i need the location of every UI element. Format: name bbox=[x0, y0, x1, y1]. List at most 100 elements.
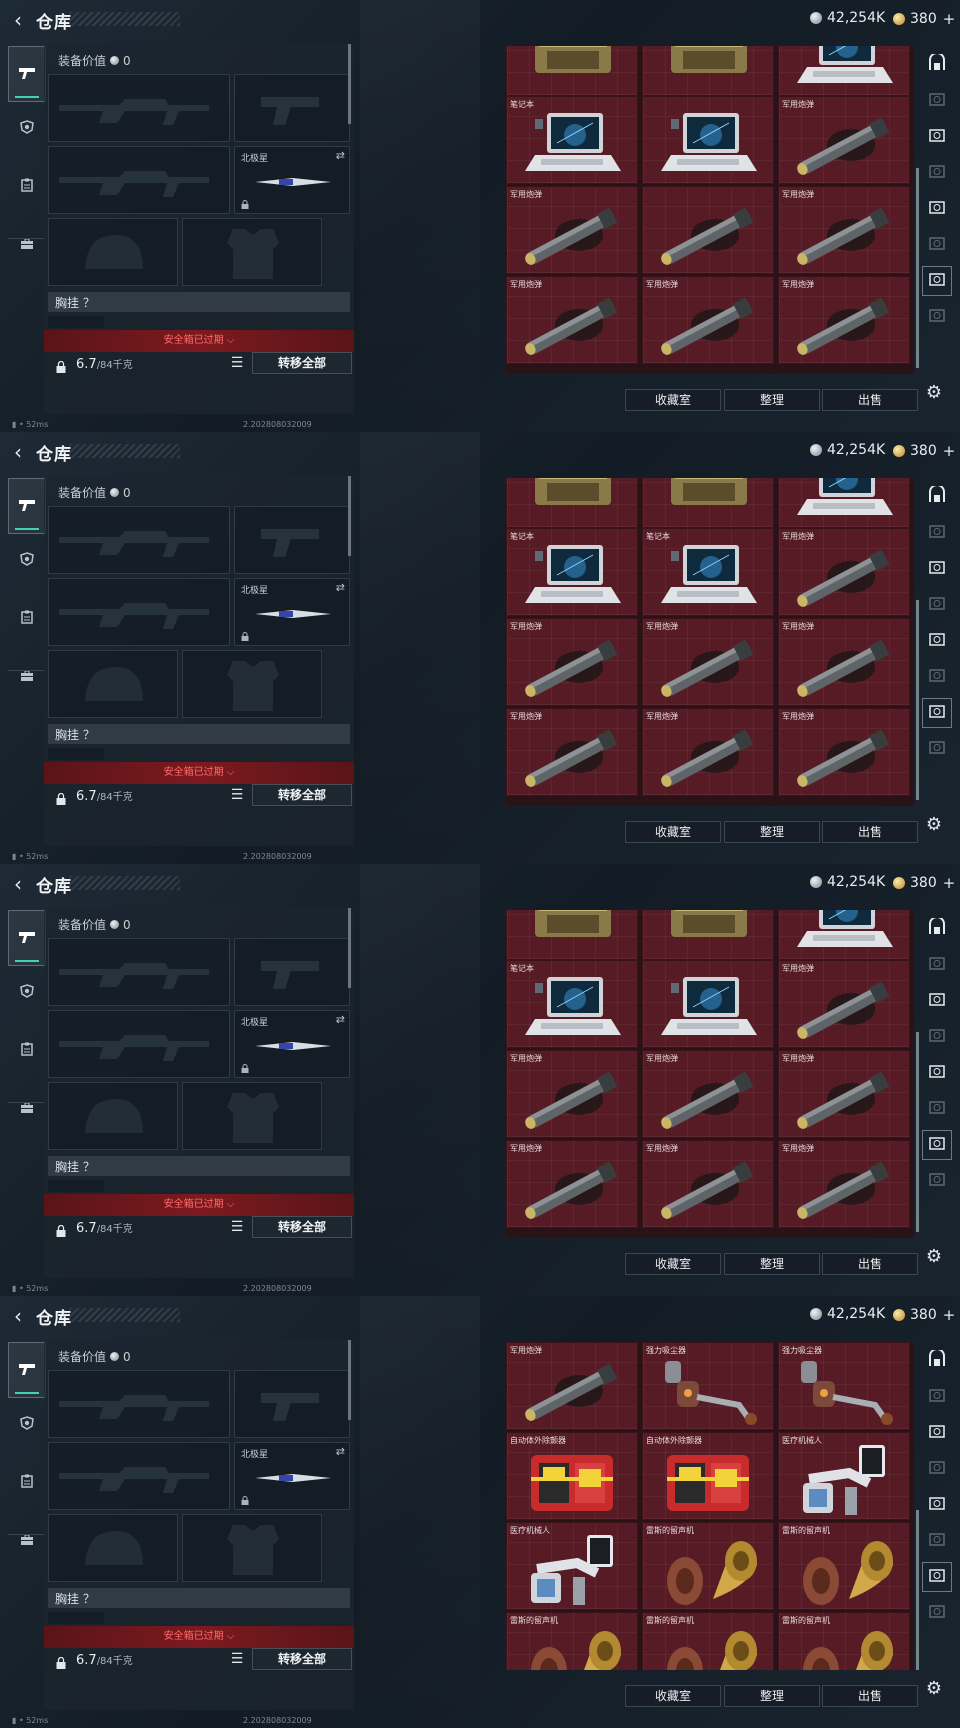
gear-icon[interactable]: ⚙ bbox=[922, 380, 946, 404]
armor-slot[interactable] bbox=[182, 1082, 322, 1150]
secondary-weapon-slot[interactable] bbox=[48, 1010, 230, 1078]
equipment-scrollbar[interactable] bbox=[348, 908, 351, 988]
add-gold-button[interactable]: + bbox=[943, 1306, 956, 1324]
add-gold-button[interactable]: + bbox=[943, 874, 956, 892]
storage-item-cell[interactable] bbox=[642, 186, 774, 274]
storage-item-cell[interactable]: 雷斯的留声机 bbox=[642, 1612, 774, 1670]
storage-item-cell[interactable]: 军用炮弹 bbox=[506, 618, 638, 706]
gear-icon[interactable]: ⚙ bbox=[922, 1244, 946, 1268]
storage-tab-5[interactable] bbox=[922, 1490, 952, 1520]
storage-tab-4[interactable] bbox=[922, 1022, 952, 1052]
storage-tab-7[interactable] bbox=[922, 698, 952, 728]
storage-item-cell[interactable]: 军用炮弹 bbox=[506, 1050, 638, 1138]
melee-slot[interactable]: 北极星 ⇄ bbox=[234, 1010, 350, 1078]
storage-item-cell[interactable]: 雷斯的留声机 bbox=[506, 1612, 638, 1670]
storage-scrollbar[interactable] bbox=[916, 1510, 919, 1670]
storage-item-cell[interactable]: 军用炮弹 bbox=[642, 618, 774, 706]
storage-tab-3[interactable] bbox=[922, 554, 952, 584]
category-tab-2[interactable] bbox=[8, 964, 46, 1020]
pistol-slot[interactable] bbox=[234, 506, 350, 574]
storage-item-cell[interactable]: 军用炮弹 bbox=[642, 1050, 774, 1138]
chest-rig-slot[interactable] bbox=[48, 1180, 104, 1192]
storage-item-cell[interactable] bbox=[642, 96, 774, 184]
equipment-scrollbar[interactable] bbox=[348, 1340, 351, 1420]
swap-icon[interactable]: ⇄ bbox=[336, 1013, 345, 1026]
primary-weapon-slot[interactable] bbox=[48, 938, 230, 1006]
armor-slot[interactable] bbox=[182, 1514, 322, 1582]
storage-tab-5[interactable] bbox=[922, 1058, 952, 1088]
helmet-slot[interactable] bbox=[48, 1514, 178, 1582]
storage-item-cell[interactable] bbox=[642, 46, 774, 96]
gold-currency[interactable]: 380 + bbox=[893, 874, 955, 892]
category-tab-3[interactable] bbox=[8, 1022, 46, 1078]
transfer-all-button[interactable]: 转移全部 bbox=[252, 1648, 352, 1670]
category-tab-3[interactable] bbox=[8, 158, 46, 214]
transfer-all-button[interactable]: 转移全部 bbox=[252, 784, 352, 806]
storage-tab-5[interactable] bbox=[922, 626, 952, 656]
swap-icon[interactable]: ⇄ bbox=[336, 581, 345, 594]
storage-tab-2[interactable] bbox=[922, 1382, 952, 1412]
storage-item-cell[interactable]: 医疗机械人 bbox=[506, 1522, 638, 1610]
list-view-icon[interactable]: ☰ bbox=[227, 1649, 247, 1669]
pistol-slot[interactable] bbox=[234, 938, 350, 1006]
chest-rig-slot[interactable] bbox=[48, 1612, 104, 1624]
list-view-icon[interactable]: ☰ bbox=[227, 353, 247, 373]
storage-item-cell[interactable]: 军用炮弹 bbox=[778, 1140, 910, 1228]
storage-tab-6[interactable] bbox=[922, 662, 952, 692]
category-tab-1[interactable] bbox=[8, 478, 46, 534]
storage-tab-1[interactable] bbox=[922, 50, 952, 80]
storage-item-cell[interactable]: 笔记本 bbox=[642, 528, 774, 616]
category-tab-4[interactable] bbox=[8, 1080, 46, 1136]
storage-item-cell[interactable]: 军用炮弹 bbox=[778, 960, 910, 1048]
chest-rig-header[interactable]: 胸挂 ？ bbox=[48, 1588, 350, 1608]
secondary-weapon-slot[interactable] bbox=[48, 578, 230, 646]
category-tab-2[interactable] bbox=[8, 1396, 46, 1452]
storage-item-cell[interactable]: 笔记本 bbox=[506, 960, 638, 1048]
primary-weapon-slot[interactable] bbox=[48, 506, 230, 574]
storage-item-cell[interactable] bbox=[778, 910, 910, 960]
storage-item-cell[interactable] bbox=[506, 46, 638, 96]
gold-currency[interactable]: 380 + bbox=[893, 1306, 955, 1324]
storage-tab-4[interactable] bbox=[922, 590, 952, 620]
pistol-slot[interactable] bbox=[234, 1370, 350, 1438]
safe-box-expired-bar[interactable]: 安全箱已过期 ⌵ bbox=[44, 1194, 354, 1216]
secondary-weapon-slot[interactable] bbox=[48, 1442, 230, 1510]
swap-icon[interactable]: ⇄ bbox=[336, 149, 345, 162]
category-tab-1[interactable] bbox=[8, 910, 46, 966]
primary-weapon-slot[interactable] bbox=[48, 74, 230, 142]
storage-tab-6[interactable] bbox=[922, 1094, 952, 1124]
back-arrow-icon[interactable]: ‹ bbox=[6, 8, 30, 32]
storage-tab-5[interactable] bbox=[922, 194, 952, 224]
collection-room-button[interactable]: 收藏室 bbox=[625, 1253, 721, 1275]
primary-weapon-slot[interactable] bbox=[48, 1370, 230, 1438]
storage-tab-8[interactable] bbox=[922, 1598, 952, 1628]
collection-room-button[interactable]: 收藏室 bbox=[625, 821, 721, 843]
sell-button[interactable]: 出售 bbox=[822, 389, 918, 411]
storage-tab-7[interactable] bbox=[922, 266, 952, 296]
chest-rig-slot[interactable] bbox=[48, 316, 104, 328]
storage-item-cell[interactable]: 军用炮弹 bbox=[642, 708, 774, 796]
storage-item-cell[interactable] bbox=[778, 46, 910, 96]
storage-item-cell[interactable]: 笔记本 bbox=[506, 96, 638, 184]
sell-button[interactable]: 出售 bbox=[822, 1253, 918, 1275]
secondary-weapon-slot[interactable] bbox=[48, 146, 230, 214]
category-tab-4[interactable] bbox=[8, 1512, 46, 1568]
storage-scrollbar[interactable] bbox=[916, 600, 919, 800]
list-view-icon[interactable]: ☰ bbox=[227, 1217, 247, 1237]
storage-tab-2[interactable] bbox=[922, 86, 952, 116]
storage-item-cell[interactable] bbox=[642, 478, 774, 528]
category-tab-3[interactable] bbox=[8, 1454, 46, 1510]
storage-item-cell[interactable] bbox=[506, 910, 638, 960]
storage-tab-1[interactable] bbox=[922, 914, 952, 944]
storage-item-cell[interactable]: 军用炮弹 bbox=[642, 276, 774, 364]
storage-tab-8[interactable] bbox=[922, 734, 952, 764]
storage-item-cell[interactable]: 医疗机械人 bbox=[778, 1432, 910, 1520]
storage-item-cell[interactable]: 雷斯的留声机 bbox=[642, 1522, 774, 1610]
back-arrow-icon[interactable]: ‹ bbox=[6, 440, 30, 464]
storage-item-cell[interactable] bbox=[642, 960, 774, 1048]
equipment-scrollbar[interactable] bbox=[348, 476, 351, 556]
collection-room-button[interactable]: 收藏室 bbox=[625, 1685, 721, 1707]
storage-item-cell[interactable]: 军用炮弹 bbox=[778, 1050, 910, 1138]
sort-button[interactable]: 整理 bbox=[724, 821, 820, 843]
storage-item-cell[interactable]: 自动体外除颤器 bbox=[506, 1432, 638, 1520]
